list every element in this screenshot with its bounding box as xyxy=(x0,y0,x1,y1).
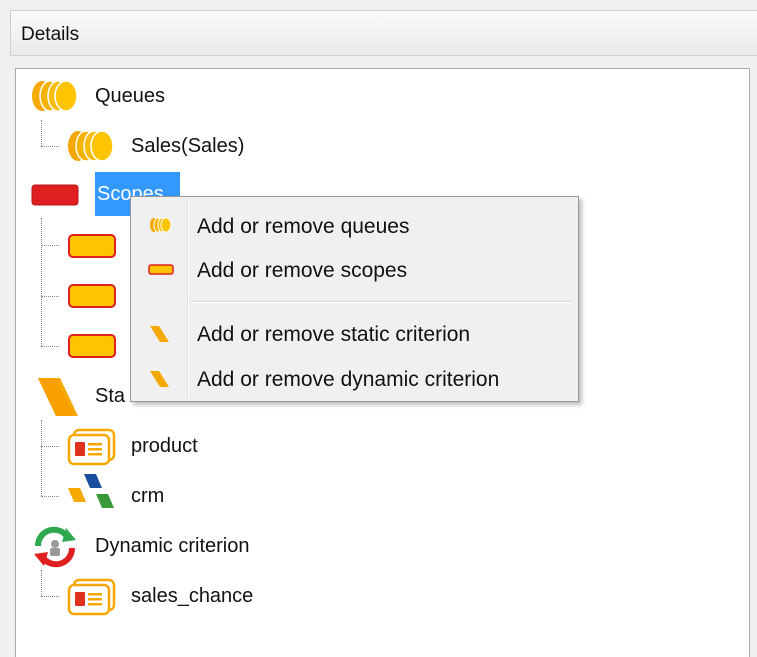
menu-item-add-remove-static-criterion[interactable]: Add or remove static criterion xyxy=(133,313,576,353)
queues-icon xyxy=(32,80,78,112)
criterion-card-icon xyxy=(67,578,116,616)
details-panel-header: Details xyxy=(10,10,757,56)
menu-item-add-remove-queues[interactable]: Add or remove queues xyxy=(133,205,576,245)
tree-connector xyxy=(41,420,42,496)
tree-connector xyxy=(41,570,42,596)
criterion-card-icon xyxy=(67,428,116,466)
queues-icon xyxy=(68,130,114,162)
menu-item-add-remove-scopes[interactable]: Add or remove scopes xyxy=(133,249,576,289)
menu-separator xyxy=(191,301,572,303)
scope-item-icon[interactable] xyxy=(67,332,119,360)
tree-node-label: Dynamic criterion xyxy=(95,535,250,557)
tree-node-label: sales_chance xyxy=(131,585,254,607)
context-menu: Add or remove queues Add or remove scope… xyxy=(130,196,579,402)
tree-connector xyxy=(41,446,59,447)
dynamic-criterion-icon xyxy=(34,526,76,568)
tree-connector xyxy=(41,146,59,147)
menu-item-label: Add or remove static criterion xyxy=(197,323,471,346)
menu-item-label: Add or remove queues xyxy=(197,215,410,238)
tree-connector xyxy=(41,296,59,297)
tree-node-label: Sta xyxy=(95,385,126,407)
tree-node-label: Sales(Sales) xyxy=(131,135,245,157)
tree-node-label: crm xyxy=(131,485,165,507)
tree-connector xyxy=(41,346,59,347)
tree-node-label: Queues xyxy=(95,85,166,107)
static-criterion-icon xyxy=(38,378,78,416)
menu-item-label: Add or remove dynamic criterion xyxy=(197,368,500,391)
queues-icon xyxy=(150,217,172,233)
criterion-icon xyxy=(150,371,169,387)
tree-node-label: product xyxy=(131,435,198,457)
scope-item-icon[interactable] xyxy=(67,232,119,260)
tree-connector xyxy=(41,245,59,246)
tree-connector xyxy=(41,120,42,146)
scope-item-icon[interactable] xyxy=(67,282,119,310)
scope-icon xyxy=(148,264,174,275)
scope-icon xyxy=(31,184,79,206)
panel-title: Details xyxy=(21,24,80,45)
tree-connector xyxy=(41,496,59,497)
crm-icon xyxy=(68,474,114,508)
criterion-icon xyxy=(150,326,169,342)
tree-connector xyxy=(41,218,42,346)
tree-connector xyxy=(41,596,59,597)
menu-item-label: Add or remove scopes xyxy=(197,259,408,282)
menu-item-add-remove-dynamic-criterion[interactable]: Add or remove dynamic criterion xyxy=(133,358,576,398)
